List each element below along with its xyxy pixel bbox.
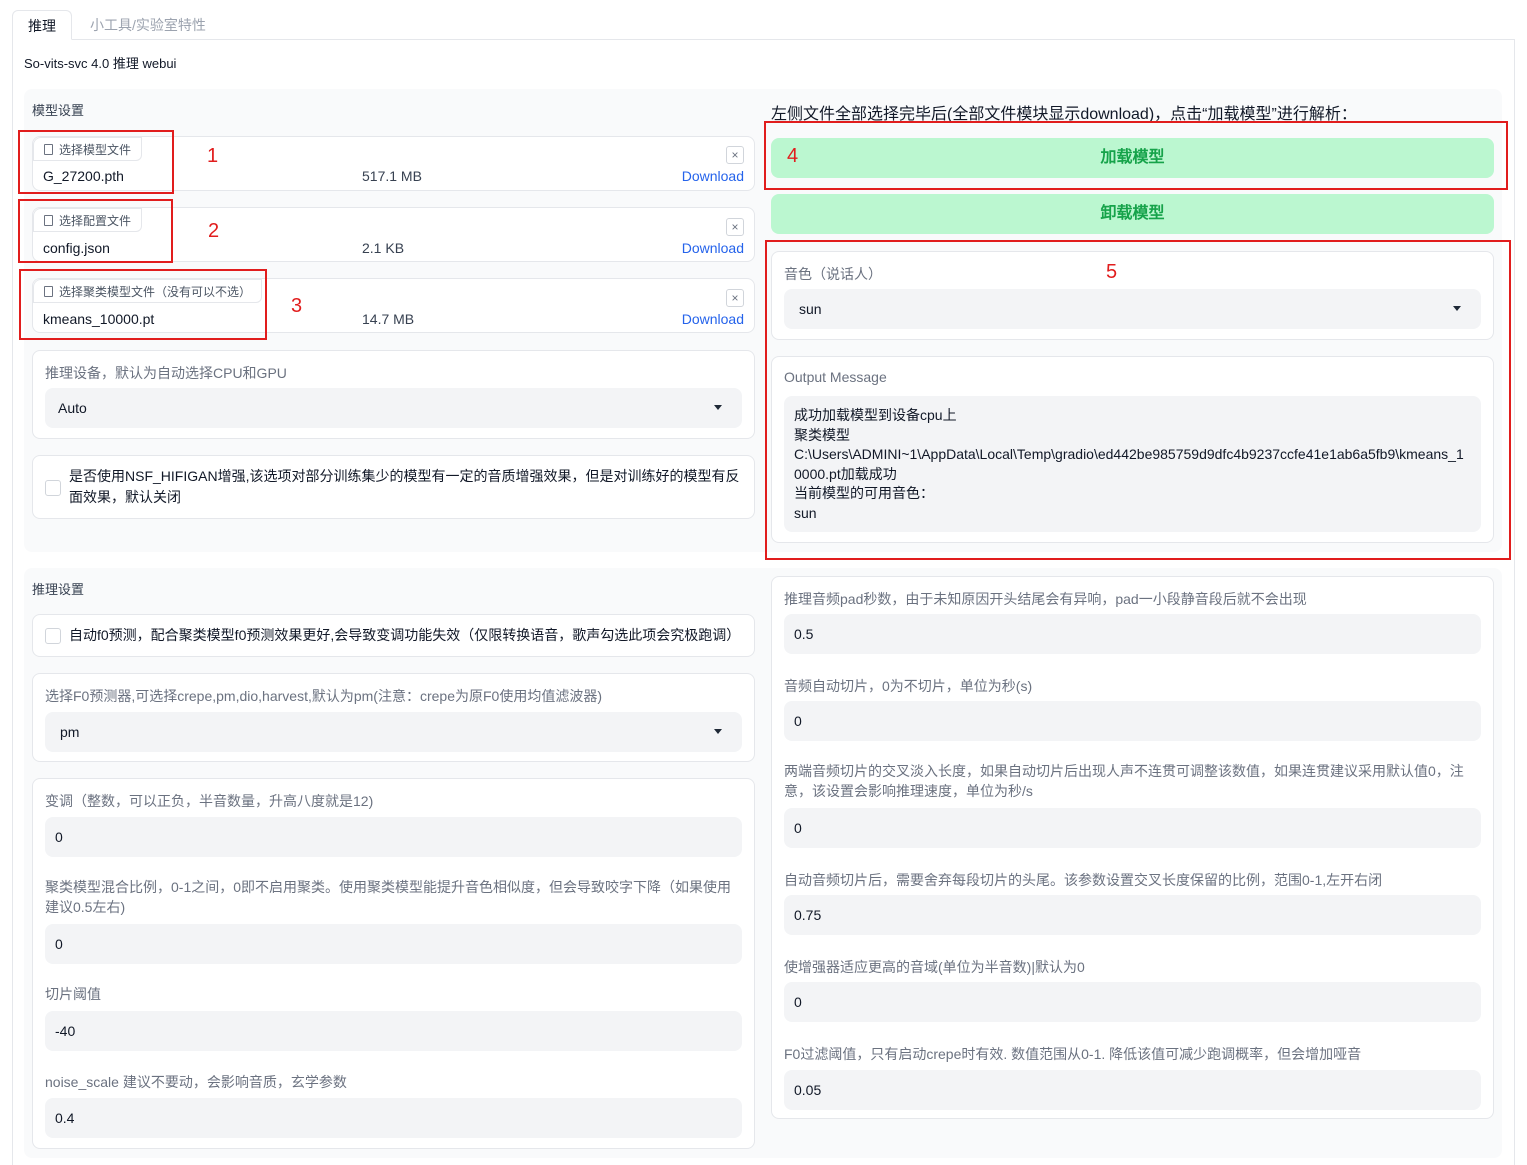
auto-slice-label: 音频自动切片，0为不切片，单位为秒(s) (784, 678, 1033, 694)
slice-db-label: 切片阈值 (45, 986, 101, 1002)
f0-predictor-dropdown[interactable]: pm (45, 712, 742, 752)
annotation-box-5 (765, 240, 1511, 560)
annotation-number-2: 2 (208, 220, 220, 242)
device-field: 推理设备，默认为自动选择CPU和GPU Auto (32, 350, 755, 439)
noise-scale-input[interactable]: 0.4 (45, 1098, 742, 1138)
tab-inference[interactable]: 推理 (12, 10, 72, 40)
close-icon[interactable]: × (726, 146, 744, 164)
device-dropdown[interactable]: Auto (45, 388, 742, 428)
annotation-box-4 (764, 121, 1508, 190)
unload-model-button[interactable]: 卸载模型 (771, 194, 1494, 234)
annotation-box-1 (18, 130, 174, 194)
cluster-file-download-link[interactable]: Download (682, 311, 744, 327)
nsf-hifigan-label: 是否使用NSF_HIFIGAN增强,该选项对部分训练集少的模型有一定的音质增强效… (69, 468, 740, 505)
model-file-size: 517.1 MB (362, 168, 422, 184)
annotation-number-4: 4 (787, 145, 799, 167)
model-settings-label: 模型设置 (32, 103, 85, 118)
nsf-hifigan-checkbox[interactable] (45, 480, 61, 496)
annotation-number-3: 3 (291, 295, 303, 317)
transpose-input[interactable]: 0 (45, 817, 742, 857)
tab-tools[interactable]: 小工具/实验室特性 (74, 10, 222, 40)
clip-ratio-input[interactable]: 0.75 (784, 895, 1481, 935)
config-file-download-link[interactable]: Download (682, 240, 744, 256)
cluster-ratio-input[interactable]: 0 (45, 924, 742, 964)
config-file-size: 2.1 KB (362, 240, 405, 256)
slicing-settings-card: 推理音频pad秒数，由于未知原因开头结尾会有异响，pad一小段静音段后就不会出现… (771, 576, 1494, 1119)
auto-f0-checkbox[interactable] (45, 628, 61, 644)
chevron-down-icon (714, 405, 722, 410)
enhancer-adaptive-input[interactable]: 0 (784, 982, 1481, 1022)
enhancer-adaptive-label: 使增强器适应更高的音域(单位为半音数)|默认为0 (784, 959, 1085, 975)
transpose-label: 变调（整数，可以正负，半音数量，升高八度就是12) (45, 793, 374, 809)
inference-settings-label: 推理设置 (32, 582, 85, 597)
model-file-download-link[interactable]: Download (682, 168, 744, 184)
tab-bar: 推理 小工具/实验室特性 (12, 10, 1515, 40)
clip-ratio-label: 自动音频切片后，需要舍弃每段切片的头尾。该参数设置交叉长度保留的比例，范围0-1… (784, 872, 1383, 888)
f0-filter-label: F0过滤阈值，只有启动crepe时有效. 数值范围从0-1. 降低该值可减少跑调… (784, 1046, 1362, 1062)
crossfade-input[interactable]: 0 (784, 808, 1481, 848)
close-icon[interactable]: × (726, 289, 744, 307)
cluster-file-size: 14.7 MB (362, 311, 415, 327)
annotation-box-2 (18, 199, 173, 263)
close-icon[interactable]: × (726, 218, 744, 236)
slice-db-input[interactable]: -40 (45, 1011, 742, 1051)
auto-f0-option: 自动f0预测，配合聚类模型f0预测效果更好,会导致变调功能失效（仅限转换语音，歌… (32, 614, 755, 657)
f0-predictor-label: 选择F0预测器,可选择crepe,pm,dio,harvest,默认为pm(注意… (45, 688, 602, 704)
crossfade-label: 两端音频切片的交叉淡入长度，如果自动切片后出现人声不连贯可调整该数值，如果连贯建… (784, 763, 1464, 799)
app-title: So-vits-svc 4.0 推理 webui (24, 56, 177, 71)
chevron-down-icon (714, 729, 722, 734)
pad-seconds-input[interactable]: 0.5 (784, 614, 1481, 654)
pitch-settings-card: 变调（整数，可以正负，半音数量，升高八度就是12) 0 聚类模型混合比例，0-1… (32, 778, 755, 1149)
auto-slice-input[interactable]: 0 (784, 701, 1481, 741)
f0-filter-input[interactable]: 0.05 (784, 1070, 1481, 1110)
device-label: 推理设备，默认为自动选择CPU和GPU (45, 365, 287, 381)
annotation-number-5: 5 (1106, 261, 1118, 283)
nsf-hifigan-option: 是否使用NSF_HIFIGAN增强,该选项对部分训练集少的模型有一定的音质增强效… (32, 455, 755, 519)
annotation-box-3 (19, 269, 267, 340)
annotation-number-1: 1 (207, 145, 219, 167)
f0-predictor-field: 选择F0预测器,可选择crepe,pm,dio,harvest,默认为pm(注意… (32, 673, 755, 762)
auto-f0-label: 自动f0预测，配合聚类模型f0预测效果更好,会导致变调功能失效（仅限转换语音，歌… (69, 627, 741, 643)
noise-scale-label: noise_scale 建议不要动，会影响音质，玄学参数 (45, 1074, 347, 1090)
pad-seconds-label: 推理音频pad秒数，由于未知原因开头结尾会有异响，pad一小段静音段后就不会出现 (784, 591, 1307, 607)
cluster-ratio-label: 聚类模型混合比例，0-1之间，0即不启用聚类。使用聚类模型能提升音色相似度，但会… (45, 879, 732, 915)
